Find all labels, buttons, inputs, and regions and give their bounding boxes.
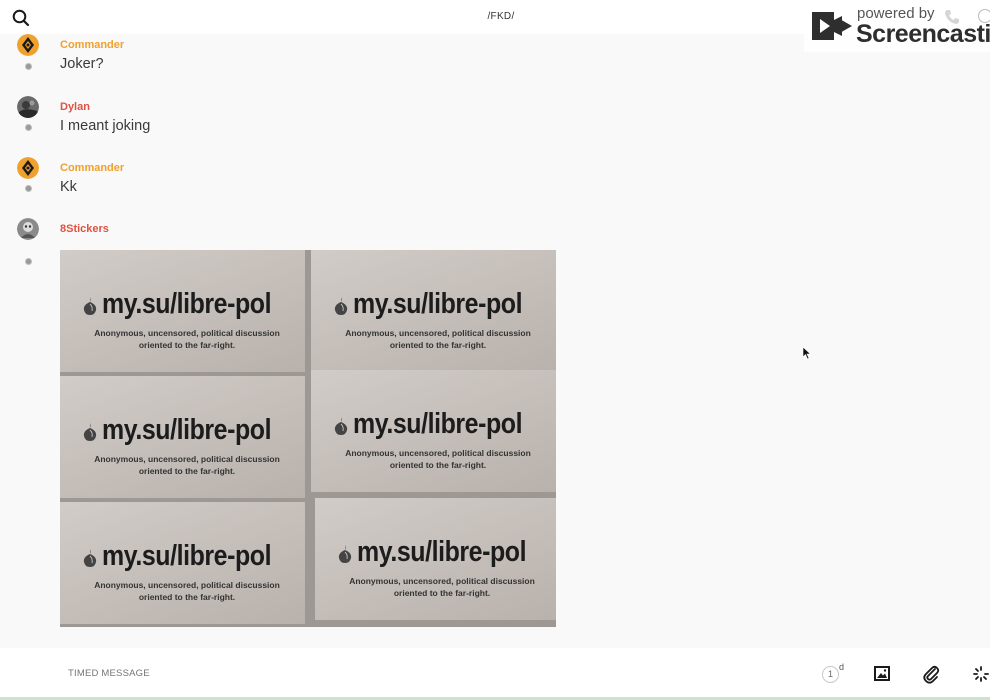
message-author[interactable]: 8Stickers (60, 223, 109, 235)
watermark-brand-name: Screencastify (856, 20, 990, 48)
info-icon[interactable] (978, 9, 990, 23)
onion-icon (83, 423, 97, 441)
sticker-url: my.su/libre-pol (102, 414, 272, 446)
image-icon (874, 666, 890, 681)
mouse-cursor-icon (802, 346, 812, 360)
sticker-url: my.su/libre-pol (353, 408, 523, 440)
onion-icon (83, 297, 97, 315)
onion-icon (83, 549, 97, 567)
dylan-avatar[interactable] (17, 96, 39, 118)
status-dot (25, 63, 32, 70)
sticker-description: Anonymous, uncensored, political discuss… (345, 328, 531, 350)
status-dot (25, 124, 32, 131)
sticker-description: Anonymous, uncensored, political discuss… (345, 448, 531, 470)
sticker-description: Anonymous, uncensored, political discuss… (94, 580, 280, 602)
sticker: my.su/libre-pol Anonymous, uncensored, p… (60, 502, 305, 624)
sticker-url: my.su/libre-pol (102, 540, 272, 572)
sticker-description: Anonymous, uncensored, political discuss… (94, 454, 280, 476)
image-attachment[interactable]: my.su/libre-pol Anonymous, uncensored, p… (60, 250, 556, 627)
attach-button[interactable] (921, 664, 941, 684)
sticker-url: my.su/libre-pol (102, 288, 272, 320)
timer-unit: d (839, 662, 845, 672)
sticker-description: Anonymous, uncensored, political discuss… (94, 328, 280, 350)
sticker-description: Anonymous, uncensored, political discuss… (349, 576, 535, 598)
sticker: my.su/libre-pol Anonymous, uncensored, p… (315, 498, 556, 620)
paperclip-icon (923, 665, 940, 684)
image-button[interactable] (872, 664, 892, 684)
message-author[interactable]: Commander (60, 162, 124, 174)
commander-avatar[interactable] (17, 34, 39, 56)
8stickers-avatar[interactable] (17, 218, 39, 240)
sticker: my.su/libre-pol Anonymous, uncensored, p… (311, 370, 556, 492)
phone-icon[interactable] (944, 9, 960, 25)
onion-icon (334, 297, 348, 315)
screencastify-watermark: powered by Screencastify (804, 0, 990, 52)
sticker: my.su/libre-pol Anonymous, uncensored, p… (60, 376, 305, 498)
more-button[interactable] (971, 664, 990, 684)
onion-icon (334, 417, 348, 435)
message-author[interactable]: Dylan (60, 101, 90, 113)
status-dot (25, 185, 32, 192)
message-text: Kk (60, 179, 77, 195)
commander-avatar[interactable] (17, 157, 39, 179)
message-input[interactable] (68, 668, 668, 679)
sticker: my.su/libre-pol Anonymous, uncensored, p… (311, 250, 556, 372)
onion-icon (338, 545, 352, 563)
message-text: I meant joking (60, 118, 151, 134)
sticker: my.su/libre-pol Anonymous, uncensored, p… (60, 250, 305, 372)
screencastify-logo-icon (812, 12, 852, 40)
message-composer: 1 d (0, 648, 990, 700)
timer-button[interactable]: 1 d (822, 662, 848, 684)
timer-value: 1 (822, 666, 839, 683)
sticker-url: my.su/libre-pol (353, 288, 523, 320)
message-item: Commander Kk (0, 157, 700, 207)
message-text: Joker? (60, 56, 104, 72)
sticker-url: my.su/libre-pol (357, 536, 527, 568)
spinner-icon (973, 666, 989, 682)
message-author[interactable]: Commander (60, 39, 124, 51)
message-item: Dylan I meant joking (0, 96, 700, 146)
status-dot (25, 258, 32, 265)
message-item: Commander Joker? (0, 34, 700, 84)
